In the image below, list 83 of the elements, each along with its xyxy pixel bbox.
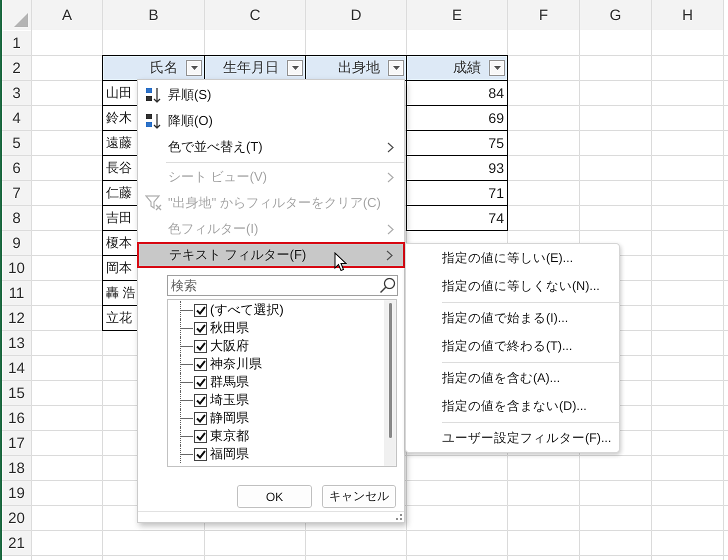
row-header[interactable]: 2 bbox=[2, 56, 31, 80]
filter-dropdown-button[interactable] bbox=[388, 60, 404, 76]
menu-item[interactable]: 指定の値を含む(A)... bbox=[406, 364, 619, 392]
row-header[interactable]: 4 bbox=[2, 106, 31, 130]
chevron-right-icon bbox=[386, 250, 393, 260]
row-header[interactable]: 14 bbox=[2, 356, 31, 380]
row-header[interactable]: 9 bbox=[2, 231, 31, 255]
caret-icon bbox=[392, 66, 400, 70]
row-header[interactable]: 15 bbox=[2, 381, 31, 405]
caret-icon bbox=[292, 66, 298, 70]
cancel-button[interactable]: キャンセル bbox=[322, 485, 396, 508]
row-header[interactable]: 16 bbox=[2, 406, 31, 430]
column-header[interactable]: G bbox=[580, 0, 651, 30]
filter-dropdown-button[interactable] bbox=[186, 60, 202, 76]
scrollbar[interactable] bbox=[384, 300, 396, 466]
column-heading: 氏名 bbox=[150, 59, 178, 77]
caret-icon bbox=[494, 66, 500, 70]
menu-item[interactable]: 指定の値で終わる(T)... bbox=[406, 332, 619, 360]
row-header[interactable]: 11 bbox=[2, 281, 31, 305]
mouse-pointer-icon bbox=[334, 252, 347, 272]
menu-item[interactable]: 指定の値で始まる(I)... bbox=[406, 304, 619, 332]
search-icon bbox=[379, 277, 396, 294]
checkbox[interactable] bbox=[194, 322, 207, 334]
column-header[interactable]: E bbox=[407, 0, 507, 30]
chevron-right-icon bbox=[387, 172, 394, 182]
checkbox[interactable] bbox=[194, 430, 207, 442]
ok-button[interactable]: OK bbox=[237, 485, 312, 508]
row-header[interactable]: 8 bbox=[2, 206, 31, 230]
row-header[interactable]: 10 bbox=[2, 256, 31, 280]
scrollbar-thumb[interactable] bbox=[388, 303, 392, 438]
column-header[interactable]: A bbox=[32, 0, 102, 30]
checkbox-label: 埼玉県 bbox=[210, 391, 249, 409]
column-header[interactable]: H bbox=[652, 0, 723, 30]
row-header[interactable]: 20 bbox=[2, 506, 31, 530]
select-all-icon bbox=[14, 13, 28, 27]
checkbox-label: 静岡県 bbox=[210, 409, 249, 427]
sort-ascending-icon bbox=[145, 86, 163, 104]
menu-item[interactable]: 指定の値に等しい(E)... bbox=[406, 244, 619, 272]
row-header[interactable]: 19 bbox=[2, 481, 31, 505]
row-header[interactable]: 17 bbox=[2, 431, 31, 455]
filter-dropdown-button[interactable] bbox=[287, 60, 303, 76]
row-header[interactable]: 5 bbox=[2, 131, 31, 155]
menu-item[interactable]: ユーザー設定フィルター(F)... bbox=[406, 424, 619, 452]
row-header[interactable]: 6 bbox=[2, 156, 31, 180]
menu-item[interactable]: 指定の値に等しくない(N)... bbox=[406, 272, 619, 300]
checkbox[interactable] bbox=[194, 376, 207, 388]
caret-icon bbox=[190, 66, 198, 70]
menu-item[interactable]: テキスト フィルター(F) bbox=[137, 242, 405, 268]
row-header[interactable]: 1 bbox=[2, 31, 31, 55]
checkbox-label: 福岡県 bbox=[210, 445, 249, 463]
resize-grip-icon bbox=[396, 514, 402, 520]
search-field[interactable]: 検索 bbox=[167, 275, 398, 296]
chevron-right-icon bbox=[387, 142, 394, 152]
column-header[interactable]: C bbox=[205, 0, 305, 30]
checkbox-label: 大阪府 bbox=[210, 337, 249, 355]
row-header[interactable]: 18 bbox=[2, 456, 31, 480]
row-header[interactable]: 12 bbox=[2, 306, 31, 330]
chevron-right-icon bbox=[387, 224, 394, 234]
checkbox[interactable] bbox=[194, 358, 207, 370]
checkbox[interactable] bbox=[194, 394, 207, 406]
checkbox-label: (すべて選択) bbox=[210, 301, 284, 319]
menu-item[interactable]: 指定の値を含まない(D)... bbox=[406, 392, 619, 420]
checkbox-label: 群馬県 bbox=[210, 373, 249, 391]
sort-descending-icon bbox=[145, 112, 163, 130]
row-header[interactable]: 13 bbox=[2, 331, 31, 355]
column-heading: 成績 bbox=[453, 59, 481, 77]
checkbox[interactable] bbox=[194, 412, 207, 424]
checkbox[interactable] bbox=[194, 304, 207, 316]
clear-filter-icon bbox=[145, 194, 163, 212]
checkbox-label: 神奈川県 bbox=[210, 355, 262, 373]
row-header[interactable]: 21 bbox=[2, 531, 31, 555]
checkbox-label: 秋田県 bbox=[210, 319, 249, 337]
row-header[interactable]: 3 bbox=[2, 81, 31, 105]
column-heading: 生年月日 bbox=[223, 59, 279, 77]
checkbox[interactable] bbox=[194, 340, 207, 352]
filter-dropdown-button[interactable] bbox=[489, 60, 505, 76]
column-heading: 出身地 bbox=[338, 59, 380, 77]
row-header[interactable]: 7 bbox=[2, 181, 31, 205]
column-header[interactable]: F bbox=[508, 0, 579, 30]
column-header[interactable]: B bbox=[103, 0, 204, 30]
checkbox-label: 東京都 bbox=[210, 427, 249, 445]
checkbox[interactable] bbox=[194, 448, 207, 460]
column-header[interactable]: D bbox=[306, 0, 406, 30]
